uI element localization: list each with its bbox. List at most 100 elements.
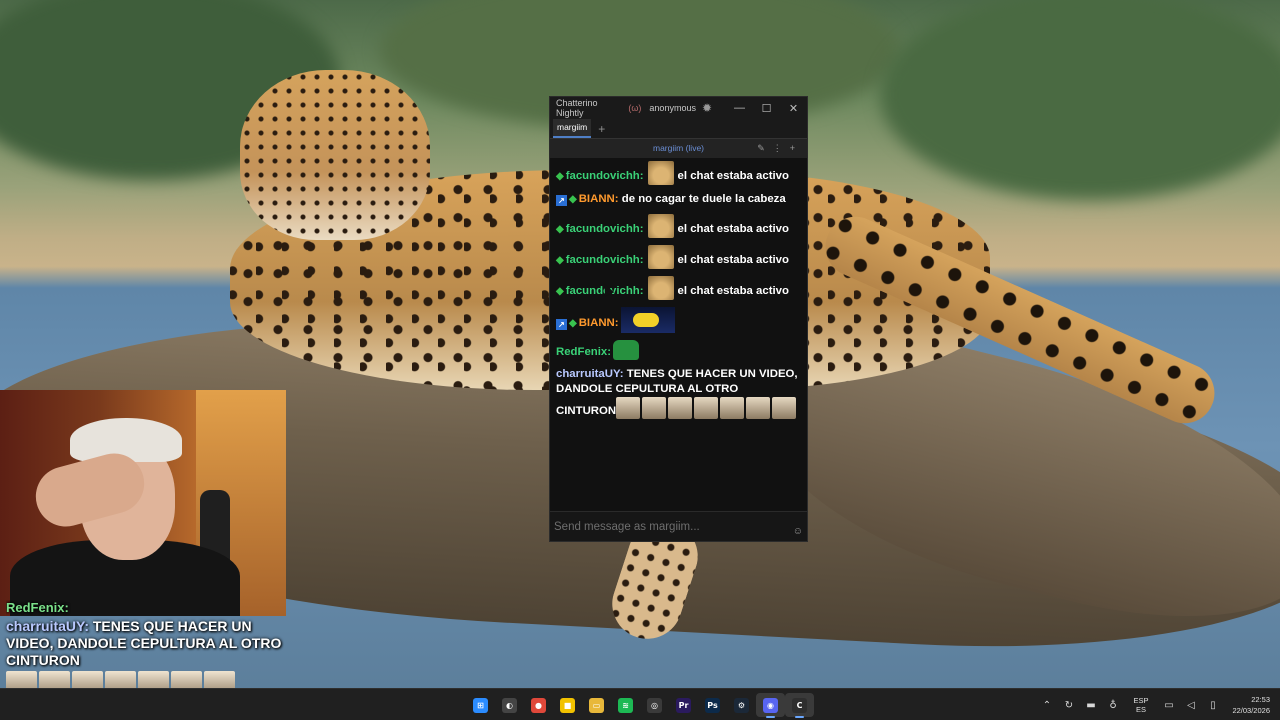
add-tab-icon[interactable]: + [598, 122, 605, 136]
network-icon[interactable]: ▭ [1158, 700, 1180, 711]
gear-icon[interactable]: ✹ [702, 101, 712, 115]
clock-time: 22:53 [1251, 695, 1270, 704]
emote-small[interactable] [772, 397, 797, 419]
taskbar-photoshop[interactable]: Ps [698, 693, 727, 717]
badge-icon[interactable]: ◆ [556, 286, 564, 297]
microphone-icon[interactable]: ♁ [1102, 700, 1124, 711]
emote-small[interactable] [694, 397, 719, 419]
chat-message[interactable]: RedFenix: [556, 340, 800, 360]
taskbar-obs[interactable]: ◎ [640, 693, 669, 717]
overlay-message: charruitaUY: TENES QUE HACER UN VIDEO, D… [6, 618, 296, 669]
file-explorer-icon: ▭ [589, 697, 604, 713]
emoji-icon[interactable]: ☺ [793, 526, 803, 537]
emote-small[interactable] [720, 397, 745, 419]
overlay-username: charruitaUY: [6, 618, 89, 634]
taskbar-file-explorer[interactable]: ▭ [582, 693, 611, 717]
emote-small[interactable] [746, 397, 771, 419]
app-title: Chatterino Nightly [556, 98, 598, 118]
account-name[interactable]: anonymous [649, 103, 696, 113]
emote-frog[interactable] [613, 340, 640, 360]
tab-bar: margiim + [550, 119, 807, 138]
taskbar-task-manager[interactable]: ◐ [495, 693, 524, 717]
taskbar-steam[interactable]: ⚙ [727, 693, 756, 717]
taskbar-sticky-notes[interactable]: ■ [553, 693, 582, 717]
split-tools: ✎⋮+ [757, 139, 803, 158]
title-bar[interactable]: Chatterino Nightly (ω) anonymous ✹ — ☐ ✕ [550, 97, 807, 119]
chat-username[interactable]: BIANN: [579, 193, 619, 205]
edit-icon[interactable]: ✎ [757, 143, 773, 153]
clock-date: 22/03/2026 [1232, 706, 1270, 715]
taskbar-spotify[interactable]: ≋ [611, 693, 640, 717]
chat-message[interactable]: ◆ facundovichh: el chat estaba activo [556, 276, 800, 300]
badge-icon[interactable]: ◆ [569, 194, 577, 205]
language-code: ESP [1133, 696, 1149, 705]
obs-icon: ◎ [647, 697, 662, 713]
emote-small[interactable] [668, 397, 693, 419]
badge-icon[interactable]: ◆ [569, 318, 577, 329]
volume-icon[interactable]: ◁ [1180, 700, 1202, 711]
chat-username[interactable]: facundovichh: [566, 223, 644, 235]
maximize-button[interactable]: ☐ [753, 102, 780, 115]
premiere-pro-icon: Pr [676, 697, 691, 713]
leopard-head [240, 70, 430, 240]
chat-text: de no cagar te duele la cabeza [621, 193, 786, 205]
live-icon: (ω) [628, 103, 642, 113]
emote-small[interactable] [616, 397, 641, 419]
tab-margiim[interactable]: margiim [553, 119, 592, 138]
stream-chat-overlay: RedFenix: charruitaUY: TENES QUE HACER U… [6, 600, 296, 702]
clock[interactable]: 22:53 22/03/2026 [1224, 694, 1280, 716]
language-indicator[interactable]: ESP ES [1128, 696, 1154, 714]
chat-text: el chat estaba activo [677, 254, 789, 266]
battery-icon[interactable]: ▯ [1202, 700, 1224, 711]
more-icon[interactable]: ⋮ [773, 143, 790, 153]
taskbar-chatterino[interactable]: C [785, 693, 814, 718]
steam-icon: ⚙ [734, 697, 749, 713]
add-split-icon[interactable]: + [790, 143, 803, 153]
chevron-up-icon[interactable]: ⌃ [1036, 700, 1058, 711]
emote-cheems[interactable] [647, 214, 674, 238]
taskbar-premiere-pro[interactable]: Pr [669, 693, 698, 717]
webcam-overlay [0, 390, 286, 616]
taskbar-discord[interactable]: ◉ [756, 693, 785, 718]
minimize-button[interactable]: — [726, 102, 753, 114]
chat-message[interactable]: ↗ ◆ BIANN: [556, 307, 800, 333]
chat-username[interactable]: BIANN: [579, 317, 619, 329]
sync-icon[interactable]: ↻ [1058, 700, 1080, 711]
chat-username[interactable]: facundovichh: [566, 254, 644, 266]
chat-message[interactable]: ◆ facundovichh: el chat estaba activo [556, 214, 800, 238]
emote-cheems[interactable] [647, 245, 674, 269]
split-header[interactable]: margiim (live) ✎⋮+ [550, 138, 807, 158]
chat-message[interactable]: ◆ facundovichh: el chat estaba activo [556, 245, 800, 269]
input-area: ☺ [550, 511, 807, 541]
chat-username[interactable]: charruitaUY: [556, 368, 624, 380]
start-icon: ⊞ [473, 697, 488, 713]
chat-username[interactable]: RedFenix: [556, 346, 611, 358]
chat-text: el chat estaba activo [677, 170, 789, 182]
taskbar-chrome[interactable]: ● [524, 693, 553, 717]
chrome-icon: ● [531, 697, 546, 713]
chat-message[interactable]: ↗ ◆ BIANN: de no cagar te duele la cabeza [556, 192, 800, 207]
emote-cheems[interactable] [647, 276, 674, 300]
chat-message[interactable]: charruitaUY: TENES QUE HACER UN VIDEO, D… [556, 367, 800, 419]
task-manager-icon: ◐ [502, 697, 517, 713]
chatterino-icon: C [792, 697, 807, 713]
chatterino-window: Chatterino Nightly (ω) anonymous ✹ — ☐ ✕… [549, 96, 808, 542]
badge-icon[interactable]: ◆ [556, 224, 564, 235]
emote-cheems[interactable] [647, 161, 674, 185]
badge-icon[interactable]: ↗ [556, 195, 567, 206]
emote-minion[interactable] [620, 307, 675, 333]
badge-icon[interactable]: ◆ [556, 255, 564, 266]
badge-icon[interactable]: ◆ [556, 171, 564, 182]
close-button[interactable]: ✕ [780, 102, 807, 115]
message-list[interactable]: ◆ facundovichh: el chat estaba activo ↗ ◆ BIA… [550, 158, 807, 508]
flag-icon[interactable]: ▬ [1080, 700, 1102, 711]
message-input[interactable] [554, 515, 779, 539]
chat-message[interactable]: ◆ facundovichh: el chat estaba activo [556, 161, 800, 185]
chat-username[interactable]: facundovichh: [566, 170, 644, 182]
photoshop-icon: Ps [705, 697, 720, 713]
discord-icon: ◉ [763, 697, 778, 713]
emote-small[interactable] [642, 397, 667, 419]
spotify-icon: ≋ [618, 697, 633, 713]
taskbar-start[interactable]: ⊞ [466, 693, 495, 717]
badge-icon[interactable]: ↗ [556, 319, 567, 330]
